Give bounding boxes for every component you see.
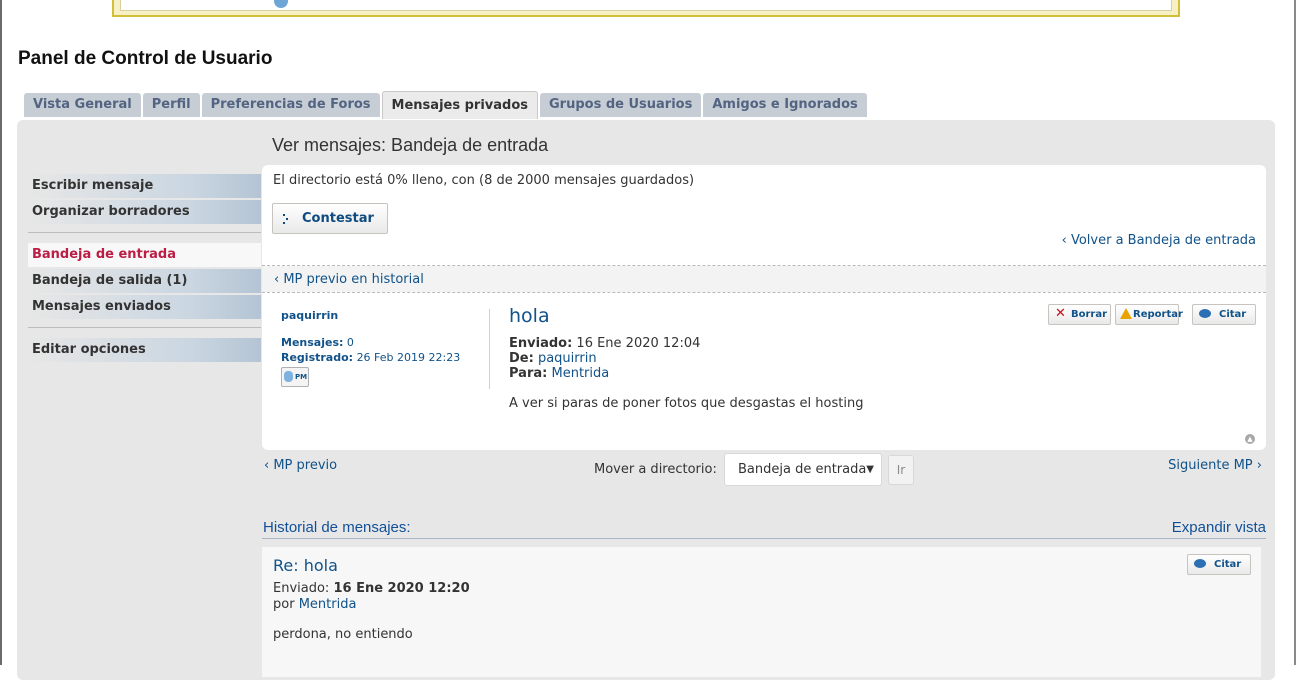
page-title: Panel de Control de Usuario [18, 48, 273, 69]
back-to-inbox-label: Volver a Bandeja de entrada [1070, 233, 1256, 248]
back-to-inbox-link[interactable]: ‹ Volver a Bandeja de entrada [1062, 233, 1256, 248]
history-by-value[interactable]: Mentrida [299, 597, 357, 612]
history-item-body: perdona, no entiendo [273, 627, 413, 642]
author-posts: Mensajes: 0 [281, 336, 354, 349]
history-item-subject[interactable]: Re: hola [273, 556, 338, 575]
window-left-border [0, 0, 2, 665]
sidebar-item-editar-opciones[interactable]: Editar opciones [28, 338, 261, 362]
prev-pm-label: MP previo [273, 458, 338, 473]
author-registered: Registrado: 26 Feb 2019 22:23 [281, 351, 460, 364]
user-icon [284, 371, 293, 382]
to-label: Para: [509, 366, 548, 381]
history-sent-label: Enviado: [273, 581, 330, 596]
back-to-top-icon[interactable]: ▲ [1245, 434, 1255, 444]
sent-value: 16 Ene 2020 12:04 [576, 336, 701, 351]
tab-mensajes-privados[interactable]: Mensajes privados [381, 91, 538, 119]
sidebar-item-bandeja-entrada[interactable]: Bandeja de entrada [28, 243, 261, 267]
tab-vista-general[interactable]: Vista General [24, 93, 141, 117]
warning-icon [1120, 308, 1132, 319]
pm-icon-text: PM [295, 373, 308, 381]
go-button[interactable]: Ir [888, 455, 914, 485]
sidebar-divider [28, 327, 261, 328]
author-registered-label: Registrado: [281, 351, 354, 364]
history-item [262, 547, 1261, 677]
history-quote-button[interactable]: Citar [1187, 554, 1251, 575]
delete-button-label: Borrar [1071, 309, 1108, 320]
chevron-right-icon: › [1252, 458, 1262, 473]
dropdown-arrow-icon: ▼ [866, 464, 874, 475]
tab-amigos-ignorados[interactable]: Amigos e Ignorados [703, 93, 867, 117]
tab-preferencias-foros[interactable]: Preferencias de Foros [201, 93, 380, 117]
delete-icon: ✕ [1055, 306, 1066, 321]
next-pm-label: Siguiente MP [1168, 458, 1253, 473]
prev-in-history-link[interactable]: ‹ MP previo en historial [274, 272, 424, 287]
folder-select[interactable]: Bandeja de entrada ▼ [724, 453, 882, 486]
quote-button-label: Citar [1219, 309, 1247, 320]
send-pm-button[interactable]: PM [281, 367, 309, 387]
chevron-left-icon: ‹ [274, 272, 284, 287]
sidebar-item-mensajes-enviados[interactable]: Mensajes enviados [28, 295, 261, 319]
tab-perfil[interactable]: Perfil [142, 93, 200, 117]
sidebar-item-escribir-mensaje[interactable]: Escribir mensaje [28, 174, 261, 198]
history-sent-value: 16 Ene 2020 12:20 [333, 581, 470, 596]
sidebar-item-bandeja-salida[interactable]: Bandeja de salida (1) [28, 269, 261, 293]
prev-in-history-label: MP previo en historial [283, 272, 424, 287]
prev-pm-link[interactable]: ‹ MP previo [264, 458, 337, 473]
from-label: De: [509, 351, 534, 366]
quote-icon [1199, 309, 1211, 318]
message-body: A ver si paras de poner fotos que desgas… [509, 396, 864, 411]
folder-status: El directorio está 0% lleno, con (8 de 2… [273, 173, 695, 188]
top-banner [112, 0, 1180, 17]
delete-button[interactable]: ✕ Borrar [1048, 304, 1111, 325]
sidebar-item-organizar-borradores[interactable]: Organizar borradores [28, 200, 261, 224]
message-subject[interactable]: hola [509, 305, 550, 327]
tab-grupos-usuarios[interactable]: Grupos de Usuarios [540, 93, 702, 117]
reply-button[interactable]: Contestar [272, 203, 388, 234]
chevron-left-icon: ‹ [264, 458, 274, 473]
report-button-label: Reportar [1133, 309, 1183, 320]
expand-view-link[interactable]: Expandir vista [1172, 519, 1266, 536]
sidebar: Escribir mensaje Organizar borradores Ba… [28, 174, 261, 364]
view-title: Ver mensajes: Bandeja de entrada [272, 135, 549, 155]
folder-select-value: Bandeja de entrada [738, 462, 867, 477]
history-title: Historial de mensajes: [263, 519, 411, 536]
sidebar-divider [28, 232, 261, 233]
history-item-author: por Mentrida [273, 597, 356, 612]
history-item-sent: Enviado: 16 Ene 2020 12:20 [273, 581, 470, 596]
move-to-folder-label: Mover a directorio: [594, 462, 717, 477]
reply-button-label: Contestar [302, 211, 374, 226]
reply-icon [283, 214, 288, 224]
from-value[interactable]: paquirrin [538, 351, 597, 366]
author-posts-value[interactable]: 0 [347, 336, 354, 349]
post-author[interactable]: paquirrin [281, 309, 338, 322]
history-by-label: por [273, 597, 295, 612]
author-registered-value: 26 Feb 2019 22:23 [356, 351, 461, 364]
sent-label: Enviado: [509, 336, 573, 351]
history-divider [262, 538, 1266, 539]
message-info: Enviado: 16 Ene 2020 12:04 De: paquirrin… [509, 336, 700, 381]
next-pm-link[interactable]: Siguiente MP › [1168, 458, 1262, 473]
divider-dashed [262, 292, 1266, 293]
ucp-tabs: Vista General Perfil Preferencias de For… [24, 91, 867, 119]
author-posts-label: Mensajes: [281, 336, 344, 349]
chevron-left-icon: ‹ [1061, 233, 1071, 248]
to-value[interactable]: Mentrida [551, 366, 609, 381]
history-quote-label: Citar [1214, 559, 1242, 570]
profile-separator [489, 309, 490, 389]
quote-button[interactable]: Citar [1192, 304, 1256, 325]
quote-icon [1194, 559, 1206, 568]
report-button[interactable]: Reportar [1115, 304, 1183, 325]
